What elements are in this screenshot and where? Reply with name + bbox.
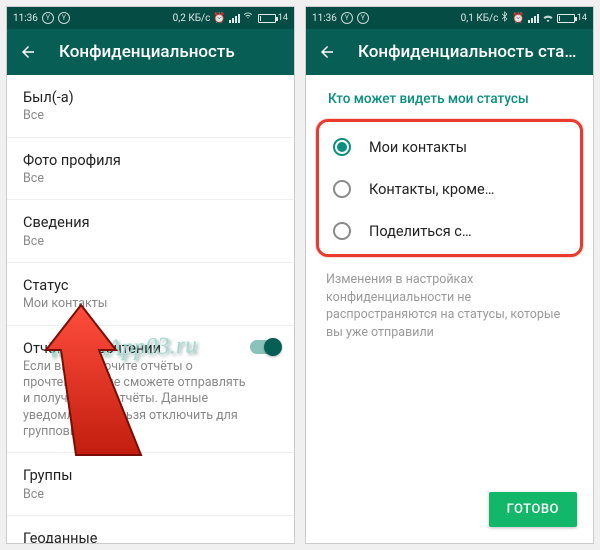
signal-icon bbox=[229, 14, 240, 23]
status-icon-1: Y bbox=[341, 12, 353, 24]
row-groups[interactable]: Группы Все bbox=[7, 453, 294, 516]
row-title: Геоданные bbox=[23, 530, 278, 543]
switch-on-icon bbox=[250, 340, 280, 354]
highlight-box: Мои контакты Контакты, кроме… Поделиться… bbox=[316, 119, 583, 257]
battery-icon: 14 bbox=[258, 13, 288, 23]
radio-share-with[interactable]: Поделиться с… bbox=[319, 210, 580, 252]
status-net: 0,2 КБ/с bbox=[173, 13, 211, 24]
bluetooth-icon bbox=[501, 11, 509, 25]
row-title: Сведения bbox=[23, 214, 278, 231]
radio-unselected-icon bbox=[333, 222, 351, 240]
row-sub: Все bbox=[23, 487, 253, 503]
alarm-icon: ⏰ bbox=[213, 13, 225, 24]
page-title: Конфиденциальность bbox=[59, 42, 235, 62]
page-title: Конфиденциальность ста… bbox=[358, 42, 576, 62]
section-header: Кто может видеть мои статусы bbox=[306, 75, 593, 113]
row-title: Группы bbox=[23, 467, 278, 484]
radio-unselected-icon bbox=[333, 180, 351, 198]
status-bar: 11:36 Y Y 0,2 КБ/с ⏰ 14 bbox=[7, 7, 294, 29]
status-net: 0,1 КБ/с bbox=[461, 13, 499, 24]
status-icon-1: Y bbox=[42, 12, 54, 24]
status-bar: 11:36 Y Y 0,1 КБ/с ⏰ 14 bbox=[306, 7, 593, 29]
status-icon-2: Y bbox=[58, 12, 70, 24]
row-title: Был(-а) bbox=[23, 89, 278, 106]
done-button[interactable]: ГОТОВО bbox=[489, 492, 577, 527]
phone-right: 11:36 Y Y 0,1 КБ/с ⏰ 14 Конфиденциальнос… bbox=[305, 6, 594, 544]
radio-my-contacts[interactable]: Мои контакты bbox=[319, 126, 580, 168]
radio-contacts-except[interactable]: Контакты, кроме… bbox=[319, 168, 580, 210]
app-bar: Конфиденциальность ста… bbox=[306, 29, 593, 75]
row-title: Отчёты о прочтении bbox=[23, 340, 278, 357]
row-sub: Все bbox=[23, 108, 253, 124]
status-privacy-content: Кто может видеть мои статусы Мои контакт… bbox=[306, 75, 593, 543]
radio-label: Мои контакты bbox=[369, 139, 467, 156]
row-last-seen[interactable]: Был(-а) Все bbox=[7, 75, 294, 138]
row-title: Фото профиля bbox=[23, 152, 278, 169]
app-bar: Конфиденциальность bbox=[7, 29, 294, 75]
battery-icon: 14 bbox=[557, 13, 587, 23]
radio-selected-icon bbox=[333, 138, 351, 156]
radio-label: Контакты, кроме… bbox=[369, 181, 494, 198]
phone-left: 11:36 Y Y 0,2 КБ/с ⏰ 14 Конфиденциальнос… bbox=[6, 6, 295, 544]
status-icon-2: Y bbox=[357, 12, 369, 24]
status-time: 11:36 bbox=[312, 13, 337, 24]
row-sub: Все bbox=[23, 171, 253, 187]
row-profile-photo[interactable]: Фото профиля Все bbox=[7, 138, 294, 201]
row-geodata[interactable]: Геоданные Нет bbox=[7, 516, 294, 543]
settings-content: Был(-а) Все Фото профиля Все Сведения Вс… bbox=[7, 75, 294, 543]
row-sub: Все bbox=[23, 234, 253, 250]
back-icon[interactable] bbox=[318, 43, 336, 61]
row-read-receipts[interactable]: Отчёты о прочтении Если вы отключите отч… bbox=[7, 326, 294, 454]
row-status[interactable]: Статус Мои контакты bbox=[7, 263, 294, 326]
radio-label: Поделиться с… bbox=[369, 223, 472, 240]
row-sub: Мои контакты bbox=[23, 296, 253, 312]
row-sub: Если вы отключите отчёты о прочтении, то… bbox=[23, 359, 253, 440]
row-about[interactable]: Сведения Все bbox=[7, 200, 294, 263]
read-receipts-toggle[interactable] bbox=[250, 340, 280, 354]
wifi-icon bbox=[542, 12, 554, 25]
back-icon[interactable] bbox=[19, 43, 37, 61]
status-time: 11:36 bbox=[13, 13, 38, 24]
alarm-icon: ⏰ bbox=[512, 13, 524, 24]
signal-icon bbox=[528, 14, 539, 23]
wifi-icon bbox=[243, 12, 255, 25]
row-title: Статус bbox=[23, 277, 278, 294]
info-note: Изменения в настройках конфиденциальност… bbox=[306, 257, 593, 341]
